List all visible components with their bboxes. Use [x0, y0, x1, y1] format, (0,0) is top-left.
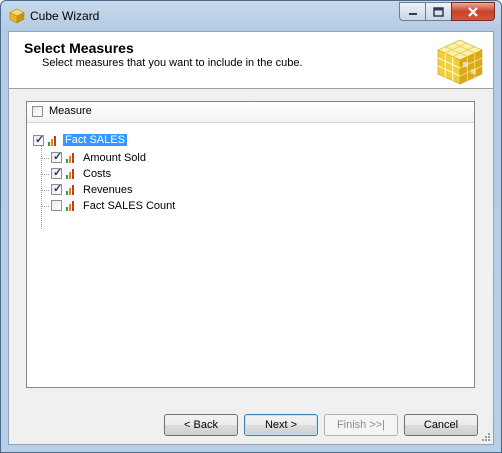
next-button[interactable]: Next >: [244, 414, 318, 436]
costs-checkbox[interactable]: ✓: [51, 167, 63, 179]
costs-label: Costs: [83, 168, 112, 180]
back-button[interactable]: < Back: [164, 414, 238, 436]
tree-connector: [41, 206, 49, 207]
amount-sold-label: Amount Sold: [83, 152, 146, 164]
amount-sold-checkbox[interactable]: ✓: [51, 151, 63, 163]
minimize-icon: [408, 12, 417, 15]
measure-column-header: Measure: [27, 102, 474, 123]
measure-icon: [66, 169, 76, 179]
checkmark-icon: ✓: [53, 183, 63, 195]
finish-button: Finish >>|: [324, 414, 398, 436]
tree-connector: [41, 158, 49, 159]
measure-group-icon: [48, 136, 58, 146]
maximize-button[interactable]: [425, 2, 451, 21]
tree-connector: [41, 190, 49, 191]
cancel-button[interactable]: Cancel: [404, 414, 478, 436]
page-subtitle: Select measures that you want to include…: [42, 57, 303, 69]
maximize-icon: [433, 6, 444, 17]
fact-sales-label: Fact SALES: [63, 134, 127, 146]
minimize-button[interactable]: [399, 2, 425, 21]
measures-tree[interactable]: Measure ✓ Fact SALES ✓ Amount Sold ✓ Cos…: [26, 101, 475, 388]
measure-icon: [66, 185, 76, 195]
close-icon: [468, 6, 478, 17]
window-title: Cube Wizard: [30, 9, 100, 23]
checkmark-icon: ✓: [53, 151, 63, 163]
tree-connector: [41, 174, 49, 175]
fact-sales-checkbox[interactable]: ✓: [33, 134, 45, 146]
page-title: Select Measures: [24, 40, 134, 56]
resize-grip-icon[interactable]: [481, 432, 491, 442]
cube-wizard-graphic: [437, 39, 483, 85]
revenues-label: Revenues: [83, 184, 133, 196]
cube-app-icon: [9, 8, 25, 24]
fact-sales-count-label: Fact SALES Count: [83, 200, 176, 212]
measure-icon: [66, 201, 76, 211]
cube-wizard-window: Cube Wizard Select Measures Select measu…: [0, 0, 502, 453]
measure-icon: [66, 153, 76, 163]
measure-column-label: Measure: [49, 105, 92, 117]
checkmark-icon: ✓: [35, 134, 45, 146]
wizard-client-area: Select Measures Select measures that you…: [8, 31, 494, 445]
title-bar[interactable]: Cube Wizard: [1, 1, 501, 31]
wizard-header: Select Measures Select measures that you…: [9, 32, 493, 89]
select-all-checkbox[interactable]: [32, 106, 43, 117]
revenues-checkbox[interactable]: ✓: [51, 183, 63, 195]
fact-sales-count-checkbox[interactable]: [51, 200, 62, 211]
tree-connector: [41, 143, 42, 229]
close-button[interactable]: [451, 2, 495, 21]
checkmark-icon: ✓: [53, 167, 63, 179]
caption-buttons: [399, 2, 495, 21]
